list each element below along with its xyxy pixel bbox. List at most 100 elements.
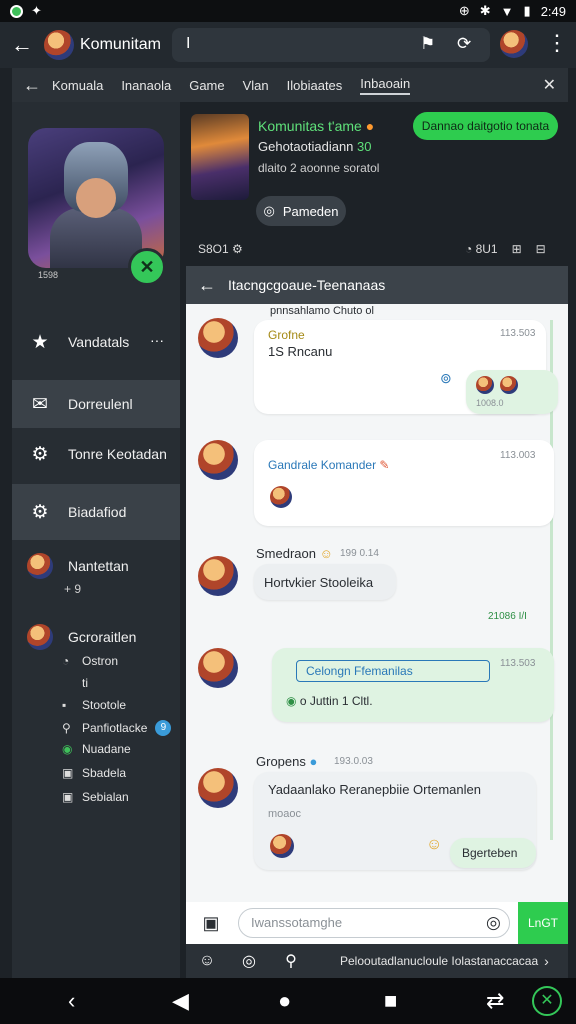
notification-icon: ✦ — [31, 3, 42, 18]
bluetooth-icon: ✱ — [479, 3, 491, 18]
nav-switch-icon[interactable]: ⇄ — [486, 988, 504, 1014]
nav-back-icon[interactable]: ◀ — [172, 988, 189, 1014]
message-meta: moaoc — [268, 808, 302, 820]
community-cover-image[interactable] — [191, 114, 249, 200]
grid-alt-icon[interactable]: ⊟ — [536, 242, 546, 256]
close-icon[interactable]: ✕ — [543, 75, 556, 95]
message-text: Hortvkier Stooleika — [264, 575, 374, 590]
sidebar-item-label: Gcroraitlen — [68, 629, 137, 645]
verified-badge-icon: ✕ — [128, 248, 166, 286]
stat-right: ◔ 8U1 ⊞ ⊟ — [465, 242, 546, 256]
stat-left: S8O1 ⚙ — [198, 242, 243, 256]
community-title: Komunitas t'ame ● — [258, 118, 375, 134]
tabs-back-icon[interactable]: ← — [12, 75, 52, 96]
nav-home-icon[interactable]: ● — [278, 988, 291, 1014]
message-input[interactable]: Iwanssotamghe — [238, 908, 510, 938]
sidebar-item-biadafiod[interactable]: ⚙ Biadafiod — [12, 484, 180, 540]
sub-item-stootole[interactable]: ▪ Stootole — [62, 698, 126, 712]
sub-item-ti[interactable]: ti — [62, 676, 88, 690]
tab-3[interactable]: Vlan — [243, 78, 269, 93]
avatar — [270, 486, 292, 508]
game-hero-image[interactable] — [28, 128, 164, 268]
nav-back-chevron-icon[interactable]: ‹ — [68, 988, 75, 1014]
back-arrow-icon[interactable]: ← — [0, 32, 44, 58]
sidebar-item-label: Dorreulenl — [68, 396, 133, 412]
more-dots-icon[interactable]: ··· — [150, 332, 164, 348]
emoji-icon[interactable]: ☺ — [426, 836, 442, 854]
game-app-icon[interactable]: ✕ — [532, 986, 562, 1016]
sidebar-item-tonre-keotadan[interactable]: ⚙ Tonre Keotadan — [12, 432, 180, 476]
chevron-right-icon[interactable]: › — [544, 953, 549, 969]
message-text: Yadaanlako Reranepbiie Ortemanlen — [268, 782, 481, 797]
community-avatar[interactable] — [44, 30, 74, 60]
message-author: Celongn Ffemanilas — [306, 664, 413, 678]
avatar[interactable] — [198, 556, 238, 596]
sub-item-panfiotlacke[interactable]: ⚲ Panfiotlacke 9 — [62, 720, 172, 736]
profile-avatar[interactable] — [500, 30, 528, 58]
sidebar-item-meta: + 9 — [64, 582, 82, 596]
sub-item-nuadane[interactable]: ◉ Nuadane — [62, 742, 131, 756]
grid-icon[interactable]: ⊞ — [512, 242, 522, 256]
attach-icon[interactable]: ▣ — [186, 913, 236, 934]
sidebar-item-gcroraitlen[interactable]: Gcroraitlen — [12, 622, 180, 652]
message-author: Smedraon ☺ — [256, 546, 333, 561]
hero-caption: 1598 — [38, 270, 59, 280]
gear-icon: ⚙ — [31, 501, 49, 523]
reply-time: 21086 I/I — [488, 611, 527, 622]
search-icon[interactable]: ⚲ — [270, 951, 312, 971]
avatar — [476, 376, 494, 394]
sidebar-item-label: Nantettan — [68, 558, 129, 574]
sub-item-sbadela[interactable]: ▣ Sbadela — [62, 766, 126, 780]
chat-title: Itacngcgoaue-Teenanaas — [228, 277, 386, 293]
target-icon[interactable]: ◎ — [228, 951, 270, 971]
avatar[interactable] — [198, 768, 238, 808]
link-icon[interactable]: ⊚ — [440, 370, 452, 387]
tab-5[interactable]: Inbaoain — [360, 76, 411, 95]
send-button[interactable]: LnGT — [518, 902, 568, 944]
avatar[interactable] — [198, 318, 238, 358]
gear-icon: ⚙ — [31, 443, 49, 465]
square-icon: ▣ — [62, 790, 74, 804]
avatar[interactable] — [198, 440, 238, 480]
message-author: Gropens ● — [256, 754, 318, 769]
message-text: 1S Rncanu — [268, 344, 333, 359]
search-value: I — [186, 35, 191, 52]
chat-subheader: pnnsahlamo Chuto ol — [270, 305, 374, 317]
star-icon: ★ — [31, 331, 49, 353]
status-bar: ✦ ⊕ ✱ ▼ ▮ 2:49 — [0, 0, 576, 22]
tab-1[interactable]: Inanaola — [121, 78, 171, 93]
nav-recents-icon[interactable]: ■ — [384, 988, 397, 1014]
message-author: Gandrale Komander ✎ — [268, 458, 390, 472]
message-time: 113.503 — [500, 658, 536, 669]
mic-icon[interactable]: ⚑ — [420, 34, 435, 54]
people-icon: ◔ — [62, 654, 70, 668]
members-button[interactable]: ◎ Pameden — [256, 196, 346, 226]
message-time: 199 0.14 — [340, 548, 379, 559]
sidebar-item-label: Vandatals — [68, 334, 130, 350]
join-button[interactable]: Dannao daitgotio tonata — [413, 112, 558, 140]
chat-header: ← Itacngcgoaue-Teenanaas — [186, 266, 568, 304]
message-author: Grofne — [268, 328, 305, 342]
count-badge: 9 — [155, 720, 172, 736]
tab-4[interactable]: Ilobiaates — [287, 78, 343, 93]
sub-item-ostron[interactable]: ◔ Ostron — [62, 654, 118, 668]
tab-0[interactable]: Komuala — [52, 78, 103, 93]
sidebar-item-nantettan[interactable]: Nantettan — [12, 550, 180, 582]
app-notification-icon — [10, 4, 23, 18]
status-time: 2:49 — [540, 3, 566, 19]
vibrate-icon: ⊕ — [458, 3, 470, 18]
avatar — [270, 834, 294, 858]
refresh-icon[interactable]: ⟳ — [457, 34, 471, 54]
sidebar-item-dorreulenl[interactable]: ✉ Dorreulenl — [12, 380, 180, 428]
avatar[interactable] — [198, 648, 238, 688]
tab-2[interactable]: Game — [189, 78, 224, 93]
camera-icon[interactable]: ◎ — [486, 913, 501, 933]
more-menu-icon[interactable]: ⋮ — [546, 30, 568, 56]
avatar — [27, 624, 53, 650]
sub-item-sebialan[interactable]: ▣ Sebialan — [62, 790, 129, 804]
search-input[interactable]: I ⚑ ⟳ — [172, 28, 490, 62]
reply-time: 1008.0 — [476, 398, 504, 408]
emoji-icon[interactable]: ☺ — [186, 952, 228, 970]
message-time: 113.503 — [500, 328, 536, 339]
chat-back-icon[interactable]: ← — [186, 275, 228, 296]
